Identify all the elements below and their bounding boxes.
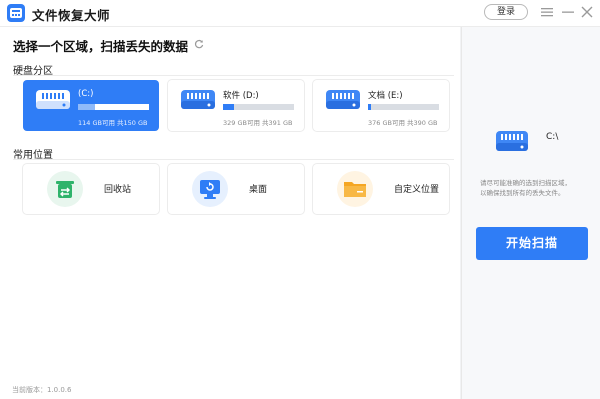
location-label: 桌面 (249, 185, 268, 195)
drive-name: (C:) (78, 89, 94, 99)
drive-size-text: 114 GB可用 共150 GB (78, 119, 148, 127)
hard-drive-icon (493, 123, 531, 157)
desktop-icon (190, 169, 230, 209)
version-text: 当前版本：1.0.0.6 (12, 386, 72, 394)
minimize-icon[interactable] (561, 4, 575, 20)
drive-size-text: 376 GB可用 共390 GB (368, 119, 438, 127)
drive-usage-fill (78, 104, 96, 110)
location-label: 自定义位置 (394, 185, 440, 195)
scan-hint-line: 以确保找到所有的丢失文件。 (480, 189, 565, 197)
close-icon[interactable] (580, 4, 594, 20)
title-bar: 文件恢复大师 登录 (0, 0, 600, 27)
drive-card-c[interactable]: (C:) 114 GB可用 共150 GB (23, 80, 159, 131)
drive-usage-bar (368, 104, 439, 110)
app-logo-icon (7, 4, 25, 22)
section-divider (13, 159, 454, 160)
drive-usage-bar (223, 104, 294, 110)
side-panel: C:\ 请尽可能准确的选到扫描区域， 以确保找到所有的丢失文件。 开始扫描 (461, 27, 600, 399)
recycle-bin-icon (45, 169, 85, 209)
location-card-custom[interactable]: 自定义位置 (313, 164, 449, 214)
folder-icon (335, 169, 375, 209)
hard-drive-icon (33, 85, 73, 113)
main-panel: 选择一个区域，扫描丢失的数据 硬盘分区 (C:) 114 GB可用 共150 G… (0, 27, 460, 399)
drive-usage-fill (368, 104, 371, 110)
page-title: 选择一个区域，扫描丢失的数据 (13, 39, 189, 54)
selected-drive-label: C:\ (546, 132, 559, 142)
refresh-icon[interactable] (194, 39, 204, 49)
app-title: 文件恢复大师 (32, 8, 111, 23)
drive-card-d[interactable]: 软件 (D:) 329 GB可用 共391 GB (168, 80, 304, 131)
drive-usage-fill (223, 104, 235, 110)
drive-name: 软件 (D:) (223, 91, 259, 101)
drive-usage-bar (78, 104, 149, 110)
location-card-recycle-bin[interactable]: 回收站 (23, 164, 159, 214)
menu-icon[interactable] (540, 4, 554, 20)
drive-card-e[interactable]: 文档 (E:) 376 GB可用 共390 GB (313, 80, 449, 131)
login-button[interactable]: 登录 (484, 4, 528, 20)
drive-name: 文档 (E:) (368, 91, 403, 101)
location-card-desktop[interactable]: 桌面 (168, 164, 304, 214)
hard-drive-icon (178, 85, 218, 113)
drive-size-text: 329 GB可用 共391 GB (223, 119, 293, 127)
section-divider (13, 75, 454, 76)
start-scan-button[interactable]: 开始扫描 (476, 227, 588, 260)
hard-drive-icon (323, 85, 363, 113)
location-label: 回收站 (104, 185, 132, 195)
scan-hint: 请尽可能准确的选到扫描区域， 以确保找到所有的丢失文件。 (480, 178, 592, 198)
scan-hint-line: 请尽可能准确的选到扫描区域， (480, 179, 571, 187)
